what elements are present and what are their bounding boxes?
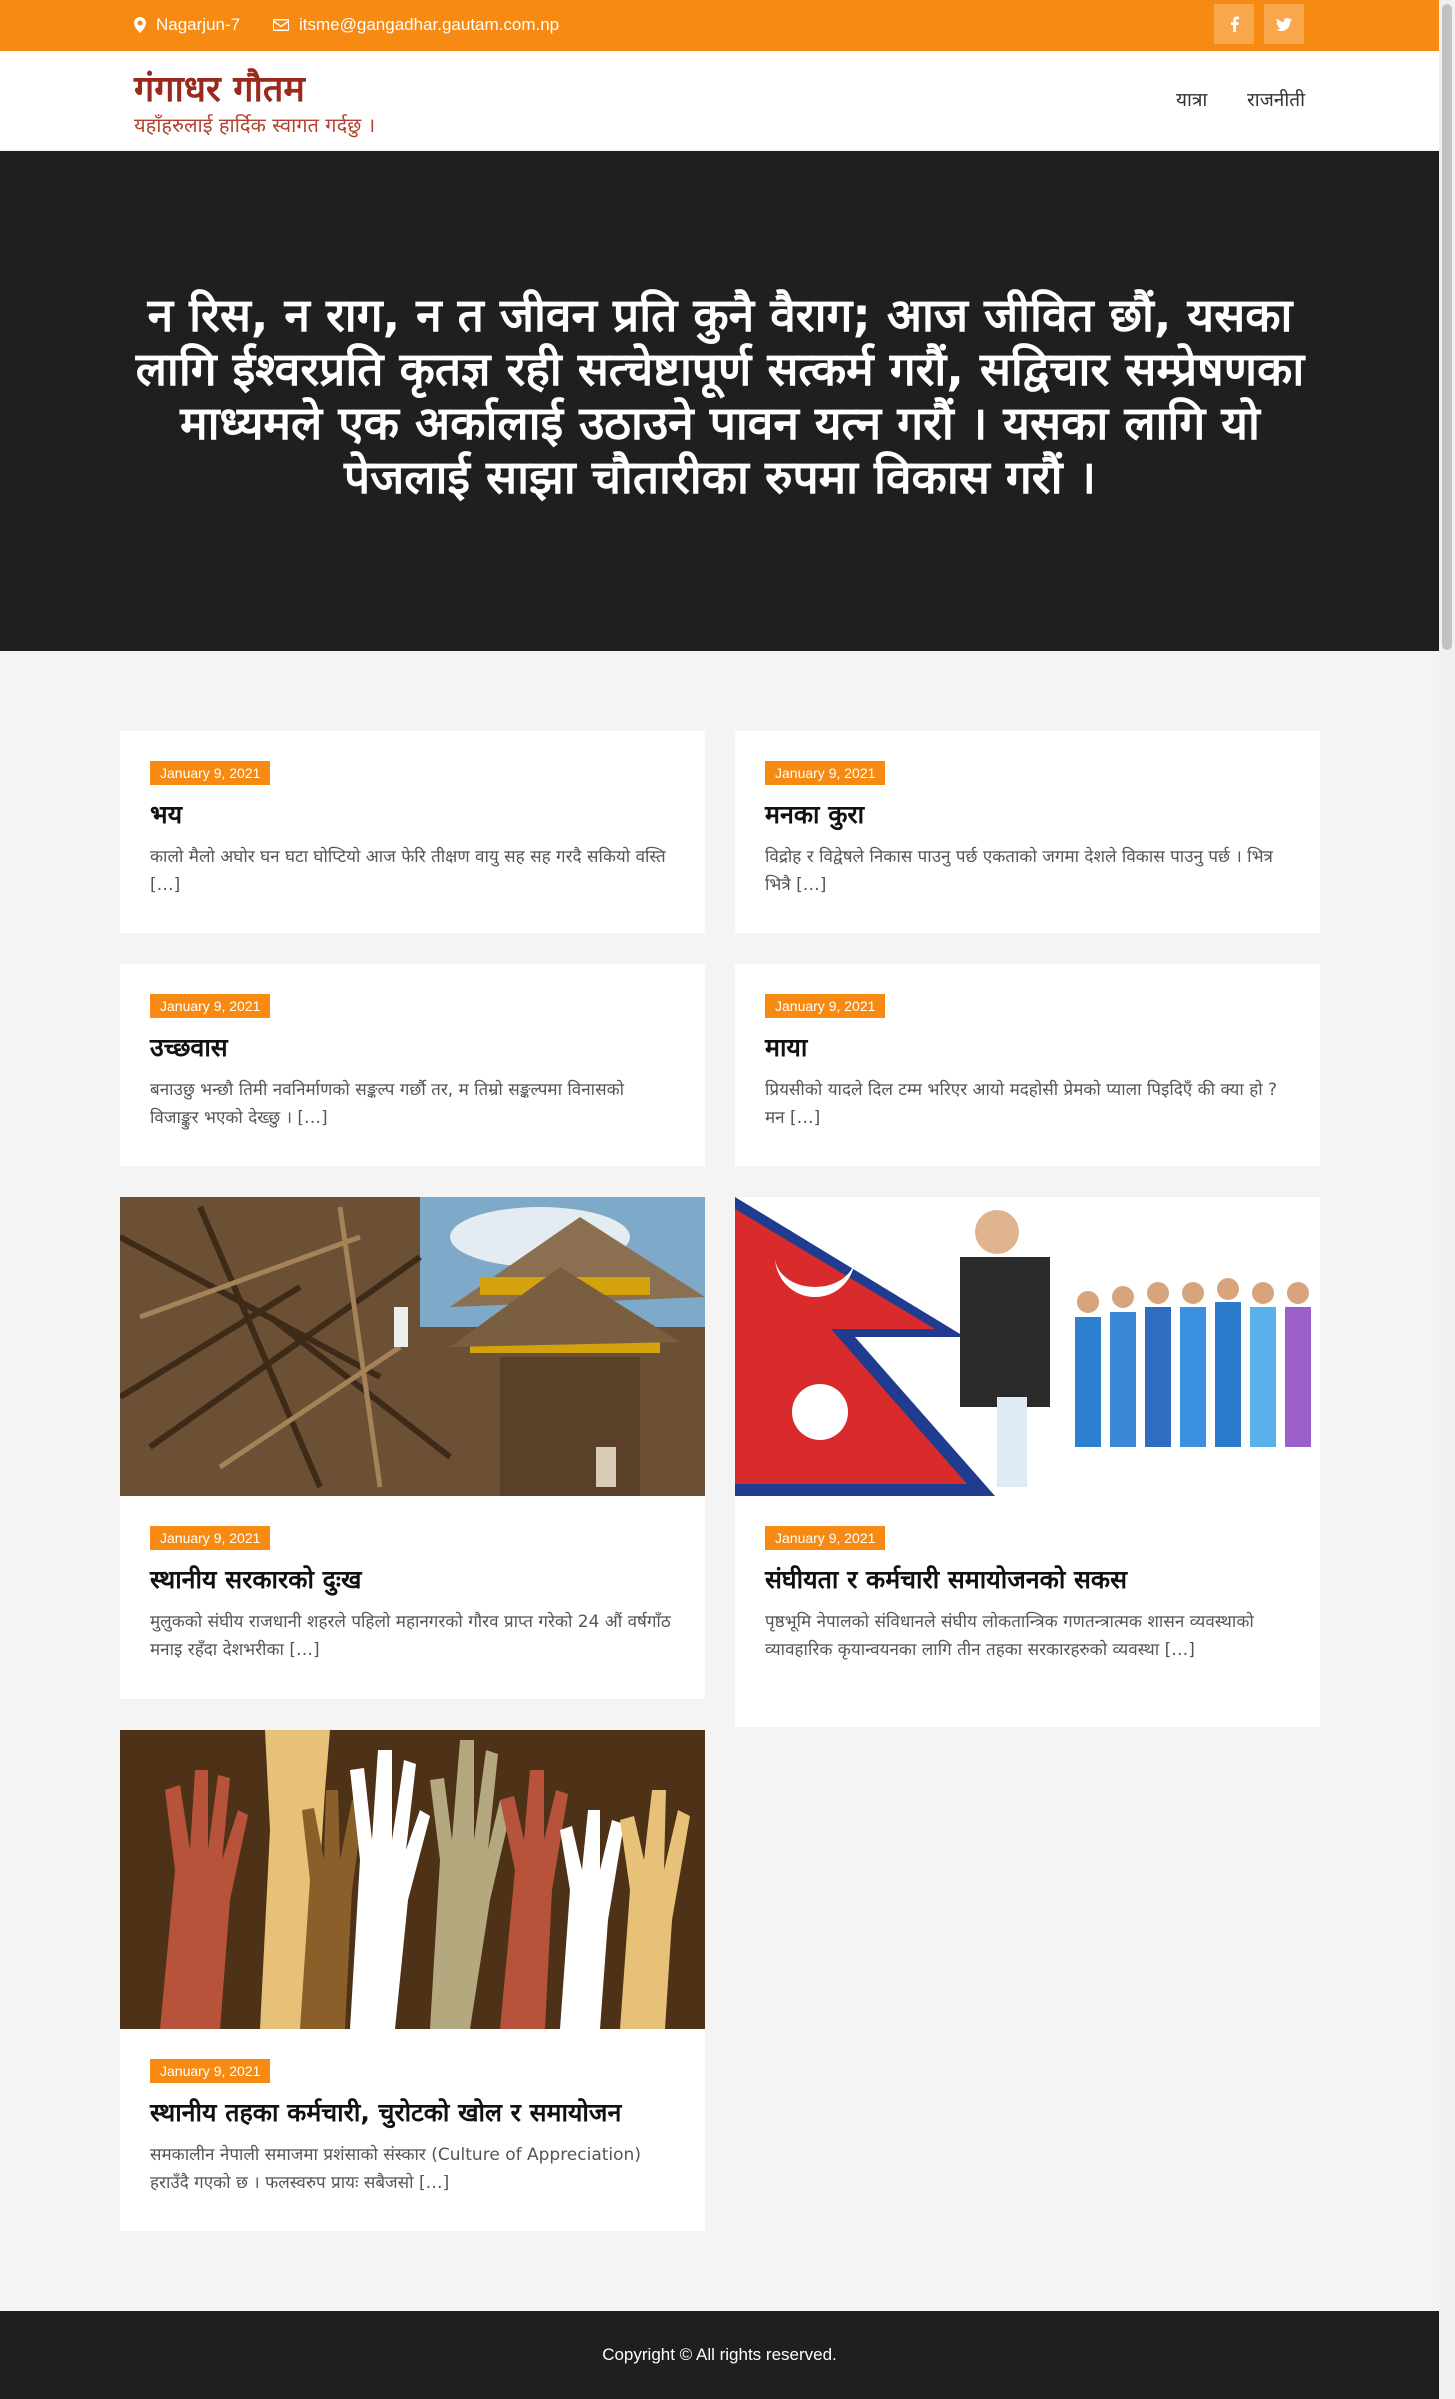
site-header: गंगाधर गौतम यहाँहरुलाई हार्दिक स्वागत गर… bbox=[0, 51, 1439, 151]
envelope-icon bbox=[273, 19, 289, 31]
post-excerpt: मुलुकको संघीय राजधानी शहरले पहिलो महानगर… bbox=[150, 1612, 671, 1660]
location-text: Nagarjun-7 bbox=[156, 15, 241, 34]
map-marker-icon bbox=[134, 17, 146, 33]
site-footer: Copyright © All rights reserved. bbox=[0, 2311, 1439, 2399]
facebook-button[interactable] bbox=[1214, 4, 1254, 44]
post-card: January 9, 2021 स्थानीय तहका कर्मचारी, च… bbox=[120, 1730, 705, 2231]
nav-item-politics[interactable]: राजनीती bbox=[1247, 86, 1305, 112]
post-title[interactable]: संघीयता र कर्मचारी समायोजनको सकस bbox=[765, 1564, 1290, 1596]
post-excerpt: पृष्ठभूमि नेपालको संविधानले संघीय लोकतान… bbox=[765, 1612, 1254, 1660]
post-excerpt: विद्रोह र विद्वेषले निकास पाउनु पर्छ एकत… bbox=[765, 847, 1273, 895]
post-excerpt: कालो मैलो अघोर घन घटा घोप्टियो आज फेरि त… bbox=[150, 847, 666, 895]
hero-quote: न रिस, न राग, न त जीवन प्रति कुनै वैराग;… bbox=[135, 288, 1305, 504]
post-card: January 9, 2021 मनका कुरा विद्रोह र विद्… bbox=[735, 731, 1320, 933]
email-text[interactable]: itsme@gangadhar.gautam.com.np bbox=[299, 15, 559, 35]
top-bar: Nagarjun-7 itsme@gangadhar.gautam.com.np bbox=[0, 0, 1439, 51]
post-date[interactable]: January 9, 2021 bbox=[150, 1526, 271, 1550]
post-card: January 9, 2021 माया प्रियसीको यादले दिल… bbox=[735, 964, 1320, 1166]
post-title[interactable]: मनका कुरा bbox=[765, 799, 1290, 831]
scrollbar-thumb[interactable] bbox=[1442, 4, 1452, 650]
post-title[interactable]: स्थानीय तहका कर्मचारी, चुरोटको खोल र समा… bbox=[150, 2097, 675, 2129]
post-date[interactable]: January 9, 2021 bbox=[150, 761, 271, 785]
page-scrollbar[interactable] bbox=[1439, 0, 1455, 2399]
post-thumbnail-federalism[interactable] bbox=[735, 1197, 1320, 1496]
twitter-button[interactable] bbox=[1264, 4, 1304, 44]
post-excerpt: समकालीन नेपाली समाजमा प्रशंसाको संस्कार … bbox=[150, 2145, 641, 2193]
post-date[interactable]: January 9, 2021 bbox=[765, 761, 886, 785]
post-date[interactable]: January 9, 2021 bbox=[150, 2059, 271, 2083]
post-title[interactable]: स्थानीय सरकारको दुःख bbox=[150, 1564, 675, 1596]
post-date[interactable]: January 9, 2021 bbox=[150, 994, 271, 1018]
copyright-text: Copyright © All rights reserved. bbox=[602, 2345, 837, 2364]
post-card: January 9, 2021 स्थानीय सरकारको दुःख मुल… bbox=[120, 1197, 705, 1699]
page: Nagarjun-7 itsme@gangadhar.gautam.com.np… bbox=[0, 0, 1439, 2399]
post-title[interactable]: माया bbox=[765, 1032, 1290, 1064]
facebook-icon bbox=[1230, 16, 1239, 32]
post-excerpt: प्रियसीको यादले दिल टम्म भरिएर आयो मदहोस… bbox=[765, 1080, 1278, 1128]
post-card: January 9, 2021 भय कालो मैलो अघोर घन घटा… bbox=[120, 731, 705, 933]
post-date[interactable]: January 9, 2021 bbox=[765, 1526, 886, 1550]
post-card: January 9, 2021 संघीयता र कर्मचारी समायो… bbox=[735, 1197, 1320, 1727]
post-thumbnail-hands[interactable] bbox=[120, 1730, 705, 2029]
location-info: Nagarjun-7 bbox=[134, 15, 240, 35]
post-title[interactable]: उच्छवास bbox=[150, 1032, 675, 1064]
site-title[interactable]: गंगाधर गौतम bbox=[134, 63, 305, 112]
post-thumbnail-earthquake[interactable] bbox=[120, 1197, 705, 1496]
post-card: January 9, 2021 उच्छवास बनाउछु भन्छौ तिम… bbox=[120, 964, 705, 1166]
twitter-icon bbox=[1276, 17, 1292, 31]
site-tagline: यहाँहरुलाई हार्दिक स्वागत गर्दछु । bbox=[134, 113, 376, 137]
post-date[interactable]: January 9, 2021 bbox=[765, 994, 886, 1018]
nav-item-travel[interactable]: यात्रा bbox=[1176, 86, 1207, 112]
post-title[interactable]: भय bbox=[150, 799, 675, 831]
email-info[interactable]: itsme@gangadhar.gautam.com.np bbox=[273, 15, 559, 35]
post-excerpt: बनाउछु भन्छौ तिमी नवनिर्माणको सङ्कल्प गर… bbox=[150, 1080, 625, 1128]
hero-banner: न रिस, न राग, न त जीवन प्रति कुनै वैराग;… bbox=[0, 151, 1439, 651]
